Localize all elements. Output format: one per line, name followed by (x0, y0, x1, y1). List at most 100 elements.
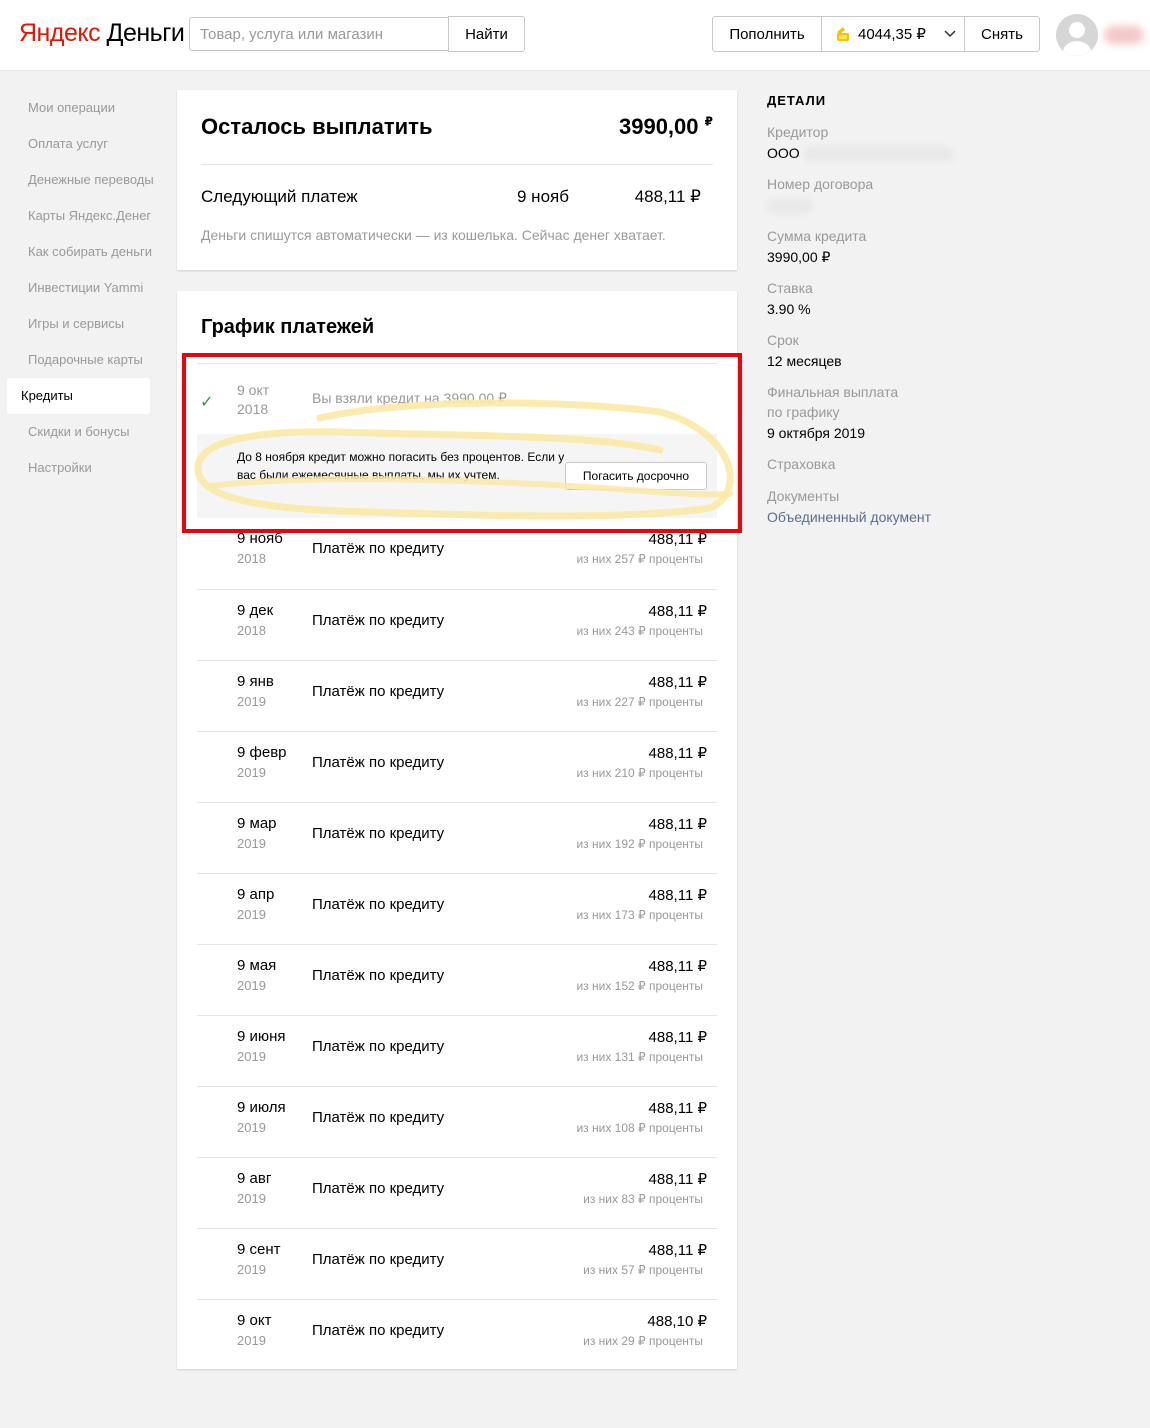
checkmark-icon: ✓ (200, 394, 214, 411)
row-amount: 488,11 ₽ (648, 745, 707, 762)
row-month: 9 окт (237, 382, 270, 398)
row-desc: Платёж по кредиту (312, 754, 445, 771)
username-redacted (1104, 26, 1144, 44)
sidebar-item-games[interactable]: Игры и сервисы (7, 306, 160, 342)
divider (201, 164, 713, 165)
row-interest: из них 192 ₽ проценты (576, 837, 703, 851)
row-year: 2019 (237, 1333, 266, 1348)
logo-yandex-text: Яндекс (19, 19, 101, 47)
row-desc: Платёж по кредиту (312, 967, 445, 984)
logo-money-text: Деньги (106, 19, 185, 47)
sidebar-item-fundraising[interactable]: Как собирать деньги (7, 234, 160, 270)
row-month: 9 дек (237, 602, 274, 619)
sidebar-item-operations[interactable]: Мои операции (7, 90, 160, 126)
table-row[interactable]: 9 окт 2019 Платёж по кредиту 488,10 ₽ из… (197, 1299, 717, 1370)
row-desc: Платёж по кредиту (312, 1251, 445, 1268)
topup-button[interactable]: Пополнить (712, 16, 822, 52)
next-payment-amount: 488,11 ₽ (634, 187, 701, 206)
creditor-label: Кредитор (767, 124, 829, 140)
row-month: 9 нояб (237, 530, 283, 547)
row-month: 9 мая (237, 957, 277, 974)
row-month: 9 мар (237, 815, 277, 832)
search-button[interactable]: Найти (448, 16, 525, 52)
top-header: Яндекс Деньги Товар, услуга или магазин … (0, 0, 1150, 71)
row-interest: из них 57 ₽ проценты (583, 1263, 703, 1277)
table-row[interactable]: 9 февр 2019 Платёж по кредиту 488,11 ₽ и… (197, 731, 717, 802)
row-month: 9 июня (237, 1028, 286, 1045)
table-row[interactable]: 9 июля 2019 Платёж по кредиту 488,11 ₽ и… (197, 1086, 717, 1157)
final-payment-value: 9 октября 2019 (767, 425, 865, 441)
row-desc: Платёж по кредиту (312, 825, 445, 842)
remaining-amount: 3990,00 ₽ (618, 114, 713, 139)
row-desc: Платёж по кредиту (312, 683, 445, 700)
balance-dropdown[interactable]: 4044,35 ₽ (821, 16, 965, 52)
sidebar-nav: Мои операции Оплата услуг Денежные перев… (0, 90, 160, 486)
row-year: 2019 (237, 765, 266, 780)
combined-document-link[interactable]: Объединенный документ (767, 506, 1127, 528)
row-interest: из них 173 ₽ проценты (576, 908, 703, 922)
sidebar-item-transfers[interactable]: Денежные переводы (7, 162, 160, 198)
table-row[interactable]: 9 апр 2019 Платёж по кредиту 488,11 ₽ из… (197, 873, 717, 944)
row-year: 2019 (237, 836, 266, 851)
remaining-title: Осталось выплатить (201, 114, 433, 139)
withdraw-button[interactable]: Снять (964, 16, 1040, 52)
row-interest: из них 29 ₽ проценты (583, 1334, 703, 1348)
sidebar-item-credits[interactable]: Кредиты (7, 378, 150, 414)
row-amount: 488,11 ₽ (648, 816, 707, 833)
remaining-summary-card: Осталось выплатить 3990,00 ₽ Следующий п… (177, 90, 737, 270)
sidebar-item-settings[interactable]: Настройки (7, 450, 160, 486)
row-month: 9 июля (237, 1099, 286, 1116)
next-payment-date: 9 нояб (517, 187, 569, 206)
row-year: 2019 (237, 1120, 266, 1135)
table-row[interactable]: 9 нояб 2018 Платёж по кредиту 488,11 ₽ и… (197, 518, 717, 589)
row-year: 2019 (237, 1191, 266, 1206)
term-label: Срок (767, 332, 799, 348)
row-desc: Платёж по кредиту (312, 1038, 445, 1055)
wallet-coin-icon (837, 27, 849, 41)
sidebar-item-investments[interactable]: Инвестиции Yammi (7, 270, 160, 306)
table-row[interactable]: 9 мар 2019 Платёж по кредиту 488,11 ₽ из… (197, 802, 717, 873)
details-heading: ДЕТАЛИ (767, 93, 827, 108)
row-interest: из них 152 ₽ проценты (576, 979, 703, 993)
row-interest: из них 210 ₽ проценты (576, 766, 703, 780)
row-interest: из них 83 ₽ проценты (583, 1192, 703, 1206)
search-input[interactable]: Товар, услуга или магазин (189, 17, 448, 51)
credit-taken-row: ✓ 9 окт 2018 Вы взяли кредит на 3990,00 … (197, 363, 717, 434)
table-row[interactable]: 9 янв 2019 Платёж по кредиту 488,11 ₽ из… (197, 660, 717, 731)
rate-value: 3.90 % (767, 301, 811, 317)
term-value: 12 месяцев (767, 353, 842, 369)
balance-amount: 4044,35 ₽ (858, 26, 926, 43)
early-repayment-text: До 8 ноября кредит можно погасить без пр… (237, 450, 565, 482)
avatar[interactable] (1056, 14, 1098, 56)
table-row[interactable]: 9 дек 2018 Платёж по кредиту 488,11 ₽ из… (197, 589, 717, 660)
row-month: 9 окт (237, 1312, 272, 1329)
repay-early-button[interactable]: Погасить досрочно (565, 462, 707, 490)
sidebar-item-gift-cards[interactable]: Подарочные карты (7, 342, 160, 378)
row-desc: Платёж по кредиту (312, 1322, 445, 1339)
row-month: 9 янв (237, 673, 274, 690)
row-amount: 488,11 ₽ (648, 1029, 707, 1046)
sidebar-item-discounts[interactable]: Скидки и бонусы (7, 414, 160, 450)
table-row[interactable]: 9 мая 2019 Платёж по кредиту 488,11 ₽ из… (197, 944, 717, 1015)
sidebar-item-cards[interactable]: Карты Яндекс.Денег (7, 198, 160, 234)
row-month: 9 апр (237, 886, 275, 903)
row-desc: Платёж по кредиту (312, 1109, 445, 1126)
payment-rows: 9 нояб 2018 Платёж по кредиту 488,11 ₽ и… (197, 518, 717, 1370)
contract-number-label: Номер договора (767, 176, 874, 192)
row-amount: 488,11 ₽ (648, 531, 707, 548)
row-amount: 488,11 ₽ (648, 1171, 707, 1188)
documents-label: Документы (767, 488, 840, 504)
sidebar-item-payments[interactable]: Оплата услуг (7, 126, 160, 162)
table-row[interactable]: 9 сент 2019 Платёж по кредиту 488,11 ₽ и… (197, 1228, 717, 1299)
autopay-note: Деньги спишутся автоматически — из кошел… (201, 227, 666, 243)
row-amount: 488,11 ₽ (648, 603, 707, 620)
row-desc: Платёж по кредиту (312, 1180, 445, 1197)
next-payment-label: Следующий платеж (201, 187, 358, 206)
table-row[interactable]: 9 июня 2019 Платёж по кредиту 488,11 ₽ и… (197, 1015, 717, 1086)
contract-number-value (767, 194, 1127, 216)
yandex-money-logo[interactable]: Яндекс Деньги (19, 19, 185, 48)
row-desc: Платёж по кредиту (312, 896, 445, 913)
credit-taken-date: 9 окт 2018 (237, 381, 269, 419)
table-row[interactable]: 9 авг 2019 Платёж по кредиту 488,11 ₽ из… (197, 1157, 717, 1228)
currency-sign: ₽ (704, 114, 713, 129)
